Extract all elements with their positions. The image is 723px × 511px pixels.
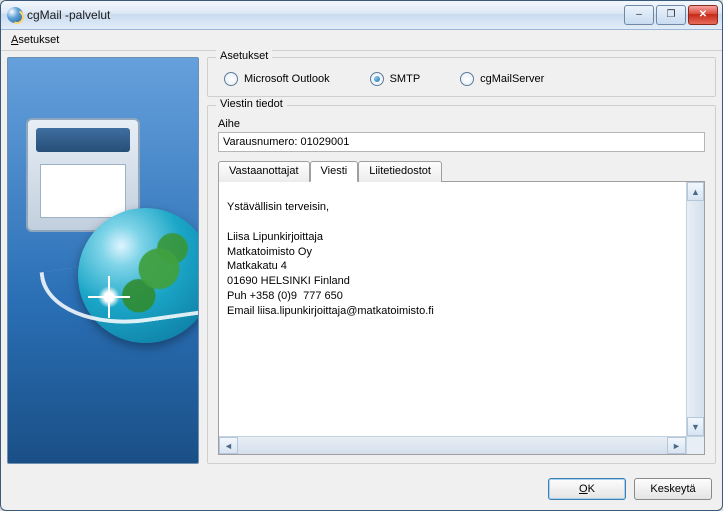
message-legend: Viestin tiedot xyxy=(216,98,287,110)
app-icon xyxy=(7,7,23,23)
menu-asetukset[interactable]: Asetukset xyxy=(5,32,65,48)
radio-dot-icon xyxy=(460,72,474,86)
app-window: cgMail -palvelut – ❐ ✕ Asetukset Asetuks… xyxy=(0,0,723,511)
tab-attachments[interactable]: Liitetiedostot xyxy=(358,161,442,182)
main-panel: Asetukset Microsoft Outlook SMTP cgMailS… xyxy=(207,57,716,464)
settings-legend: Asetukset xyxy=(216,50,272,62)
body-area: Asetukset Microsoft Outlook SMTP cgMailS… xyxy=(1,51,722,470)
close-icon: ✕ xyxy=(699,10,707,20)
menu-asetukset-rest: setukset xyxy=(18,34,59,46)
chevron-up-icon: ▲ xyxy=(691,187,700,197)
subject-input[interactable] xyxy=(218,132,705,152)
chevron-down-icon: ▼ xyxy=(691,422,700,432)
tab-message[interactable]: Viesti xyxy=(310,161,359,182)
scroll-right-button[interactable]: ► xyxy=(667,437,686,454)
cancel-button[interactable]: Keskeytä xyxy=(634,478,712,500)
minimize-icon: – xyxy=(636,10,642,20)
minimize-button[interactable]: – xyxy=(624,5,654,25)
radio-smtp[interactable]: SMTP xyxy=(370,72,421,86)
dialog-footer: OK Keskeytä xyxy=(1,470,722,510)
window-title: cgMail -palvelut xyxy=(27,8,110,22)
scroll-down-button[interactable]: ▼ xyxy=(687,417,704,436)
subject-label: Aihe xyxy=(218,118,705,130)
menu-bar: Asetukset xyxy=(1,30,722,51)
tab-recipients[interactable]: Vastaanottajat xyxy=(218,161,310,182)
tab-strip: Vastaanottajat Viesti Liitetiedostot xyxy=(218,160,705,181)
maximize-button[interactable]: ❐ xyxy=(656,5,686,25)
radio-outlook-label: Microsoft Outlook xyxy=(244,73,330,85)
scroll-up-button[interactable]: ▲ xyxy=(687,182,704,201)
settings-group: Asetukset Microsoft Outlook SMTP cgMailS… xyxy=(207,57,716,97)
ok-button[interactable]: OK xyxy=(548,478,626,500)
tab-content: Ystävällisin terveisin, Liisa Lipunkirjo… xyxy=(218,181,705,455)
scroll-corner xyxy=(686,436,704,454)
message-body-editor[interactable]: Ystävällisin terveisin, Liisa Lipunkirjo… xyxy=(219,182,686,436)
horizontal-scrollbar[interactable]: ◄ ► xyxy=(219,436,686,454)
radio-outlook[interactable]: Microsoft Outlook xyxy=(224,72,330,86)
radio-cgmailserver[interactable]: cgMailServer xyxy=(460,72,544,86)
vertical-scrollbar[interactable]: ▲ ▼ xyxy=(686,182,704,436)
radio-dot-icon xyxy=(224,72,238,86)
radio-cgmailserver-label: cgMailServer xyxy=(480,73,544,85)
close-button[interactable]: ✕ xyxy=(688,5,718,25)
message-group: Viestin tiedot Aihe Vastaanottajat Viest… xyxy=(207,105,716,464)
radio-smtp-label: SMTP xyxy=(390,73,421,85)
radio-dot-icon xyxy=(370,72,384,86)
maximize-icon: ❐ xyxy=(667,10,676,20)
chevron-left-icon: ◄ xyxy=(224,441,233,451)
chevron-right-icon: ► xyxy=(672,441,681,451)
sparkle-icon xyxy=(98,286,120,308)
side-illustration xyxy=(7,57,199,464)
scroll-left-button[interactable]: ◄ xyxy=(219,437,238,454)
title-bar[interactable]: cgMail -palvelut – ❐ ✕ xyxy=(1,1,722,30)
